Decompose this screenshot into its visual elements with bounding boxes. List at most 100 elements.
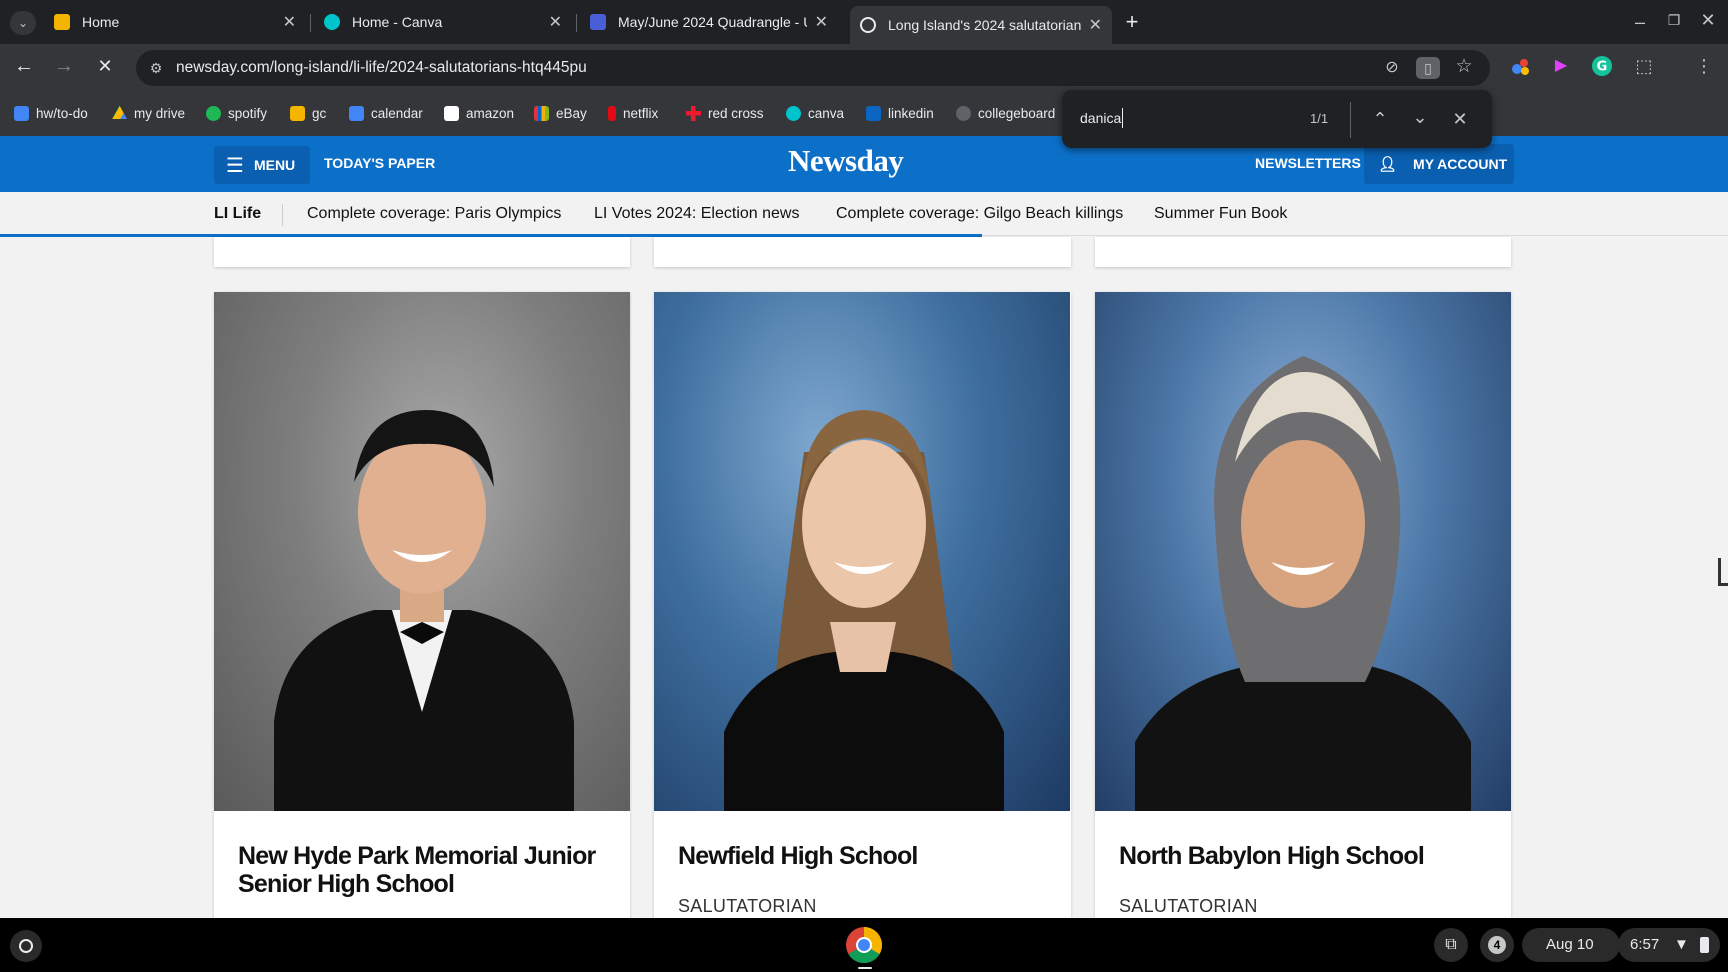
bookmark-red-cross[interactable]: red cross	[686, 103, 764, 123]
student-photo	[1095, 292, 1511, 811]
bookmark-netflix[interactable]: netflix	[608, 103, 658, 123]
minimize-icon[interactable]: –	[1628, 11, 1652, 33]
find-input[interactable]: danica	[1080, 110, 1121, 126]
find-next-icon[interactable]: ⌄	[1408, 106, 1432, 128]
tab-home[interactable]: Home ✕	[44, 6, 306, 38]
card-previous	[1095, 237, 1511, 267]
grammarly-icon[interactable]: G	[1590, 55, 1614, 77]
student-photo	[654, 292, 1070, 811]
loading-icon	[860, 17, 876, 33]
find-result-count: 1/1	[1310, 111, 1329, 126]
svg-text:G: G	[1597, 60, 1608, 75]
bookmark-ebay[interactable]: eBay	[534, 103, 587, 123]
address-bar[interactable]: ⚙ newsday.com/long-island/li-life/2024-s…	[136, 50, 1490, 86]
scroll-marker	[1718, 558, 1728, 586]
find-in-page-icon[interactable]: ▯	[1416, 57, 1440, 79]
tab-title: May/June 2024 Quadrangle - U	[618, 14, 807, 30]
school-name: New Hyde Park Memorial Junior Senior Hig…	[238, 842, 596, 898]
hamburger-icon: ☰	[226, 154, 244, 177]
todays-paper-link[interactable]: TODAY'S PAPER	[324, 155, 435, 171]
find-previous-icon[interactable]: ⌃	[1368, 108, 1392, 130]
screencast-icon[interactable]: ▶	[1549, 55, 1573, 77]
salutatorian-card[interactable]: North Babylon High School SALUTATORIAN	[1095, 292, 1511, 932]
collegeboard-icon	[956, 105, 971, 121]
url-text[interactable]: newsday.com/long-island/li-life/2024-sal…	[176, 59, 587, 77]
calendar-icon	[349, 105, 364, 121]
my-account-button[interactable]: 👤︎ MY ACCOUNT	[1364, 144, 1514, 184]
school-name: Newfield High School	[678, 842, 918, 870]
school-name: North Babylon High School	[1119, 842, 1425, 870]
find-close-icon[interactable]: ✕	[1448, 108, 1472, 130]
bookmark-linkedin[interactable]: linkedin	[866, 103, 934, 123]
tab-title: Home - Canva	[352, 14, 443, 30]
bookmark-collegeboard[interactable]: collegeboard	[956, 103, 1055, 123]
bookmark-hw-todo[interactable]: hw/to-do	[14, 103, 88, 123]
restore-icon[interactable]: ❐	[1662, 9, 1686, 31]
tab-search-icon[interactable]: ⌄	[10, 11, 36, 35]
browser-toolbar: ← → ✕ ⚙ newsday.com/long-island/li-life/…	[0, 44, 1728, 88]
new-tab-icon[interactable]: +	[1120, 11, 1144, 33]
salutatorian-card[interactable]: New Hyde Park Memorial Junior Senior Hig…	[214, 292, 630, 932]
clock: 6:57	[1630, 936, 1660, 953]
bookmark-canva[interactable]: canva	[786, 103, 844, 123]
close-tab-icon[interactable]: ✕	[815, 12, 828, 32]
student-role: SALUTATORIAN	[1119, 896, 1258, 916]
more-menu-icon[interactable]: ⋮	[1692, 55, 1716, 77]
wifi-icon: ▼	[1674, 936, 1689, 953]
forward-icon[interactable]: →	[52, 55, 76, 77]
chrome-icon[interactable]	[845, 926, 883, 964]
tab-quadrangle[interactable]: May/June 2024 Quadrangle - U ✕	[580, 6, 838, 38]
google-classroom-icon	[54, 14, 70, 30]
close-tab-icon[interactable]: ✕	[1089, 15, 1102, 35]
extensions-icon[interactable]: ⬚	[1632, 55, 1656, 77]
site-info-icon[interactable]: ⚙	[144, 57, 168, 79]
bookmark-amazon[interactable]: amazon	[444, 103, 514, 123]
notification-badge[interactable]: 4	[1480, 928, 1514, 962]
system-shelf: ⧉ 4 Aug 10 6:57 ▼	[0, 918, 1728, 972]
bookmark-gc[interactable]: gc	[290, 103, 326, 123]
card-previous	[654, 237, 1071, 267]
google-apps-icon[interactable]	[1509, 55, 1533, 77]
find-bar: danica 1/1 ⌃ ⌄ ✕	[1062, 90, 1492, 148]
section-nav: LI Life Complete coverage: Paris Olympic…	[0, 192, 1728, 236]
section-summer-fun-book[interactable]: Summer Fun Book	[1154, 205, 1287, 223]
section-paris-olympics[interactable]: Complete coverage: Paris Olympics	[307, 205, 561, 223]
eye-off-icon[interactable]: ⊘	[1380, 57, 1404, 79]
bookmark-my-drive[interactable]: my drive	[112, 103, 185, 123]
canva-icon	[324, 14, 340, 30]
back-icon[interactable]: ←	[12, 55, 36, 77]
section-li-votes[interactable]: LI Votes 2024: Election news	[594, 205, 799, 223]
salutatorian-card[interactable]: Newfield High School SALUTATORIAN	[654, 292, 1071, 932]
docs-icon	[14, 105, 29, 121]
tab-canva[interactable]: Home - Canva ✕	[314, 6, 572, 38]
bookmark-spotify[interactable]: spotify	[206, 103, 267, 123]
tote-icon[interactable]: ⧉	[1434, 928, 1468, 962]
tab-newsday[interactable]: Long Island's 2024 salutatorian ✕	[850, 6, 1112, 44]
find-text-cursor	[1122, 108, 1123, 128]
bookmark-calendar[interactable]: calendar	[349, 103, 423, 123]
newsday-logo[interactable]: Newsday	[788, 143, 904, 179]
battery-icon	[1700, 937, 1709, 953]
close-tab-icon[interactable]: ✕	[283, 12, 296, 32]
bookmark-star-icon[interactable]: ☆	[1452, 56, 1476, 78]
section-gilgo-beach[interactable]: Complete coverage: Gilgo Beach killings	[836, 205, 1123, 223]
red-cross-icon	[686, 105, 701, 121]
linkedin-icon	[866, 105, 881, 121]
student-role: SALUTATORIAN	[678, 896, 817, 916]
stop-loading-icon[interactable]: ✕	[93, 55, 117, 77]
spotify-icon	[206, 105, 221, 121]
ebay-icon	[534, 105, 549, 121]
tab-strip: ⌄ Home ✕ Home - Canva ✕ May/June 2024 Qu…	[0, 0, 1728, 44]
student-photo	[214, 292, 630, 811]
close-window-icon[interactable]: ✕	[1696, 9, 1720, 31]
date-pill[interactable]: Aug 10	[1522, 928, 1620, 962]
user-icon: 👤︎	[1378, 156, 1398, 173]
netflix-icon	[608, 105, 616, 121]
section-li-life[interactable]: LI Life	[214, 205, 261, 223]
close-tab-icon[interactable]: ✕	[549, 12, 562, 32]
launcher-icon[interactable]	[10, 930, 42, 962]
drive-icon	[112, 105, 127, 119]
menu-button[interactable]: ☰ MENU	[214, 146, 310, 184]
status-tray[interactable]: 6:57 ▼	[1618, 928, 1720, 962]
newsletters-link[interactable]: NEWSLETTERS	[1255, 155, 1361, 171]
